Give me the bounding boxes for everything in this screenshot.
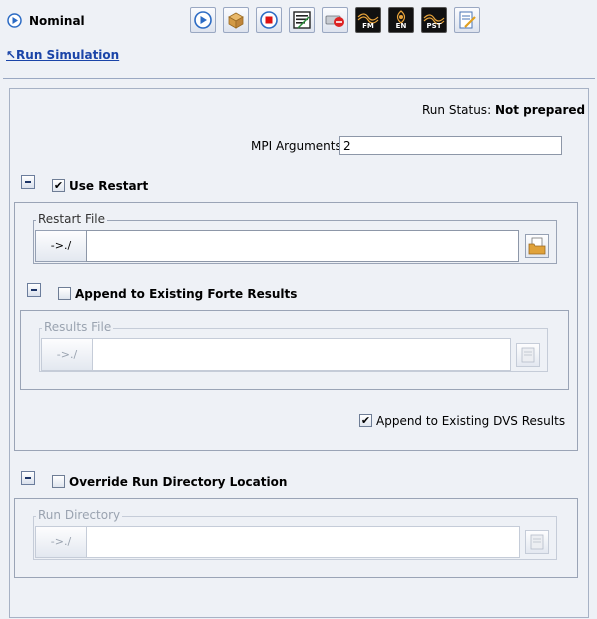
append-forte-label: Append to Existing Forte Results (75, 287, 298, 301)
run-status-value: Not prepared (494, 103, 586, 117)
play-circle-icon (7, 13, 22, 28)
file-icon (530, 534, 544, 550)
override-collapse-button[interactable] (21, 471, 35, 485)
run-simulation-link[interactable]: ↖Run Simulation (6, 48, 119, 62)
toolbar-pst-button[interactable]: PST (421, 7, 447, 33)
toolbar-stop-button[interactable] (256, 7, 282, 33)
append-forte-checkbox[interactable] (58, 287, 71, 300)
toolbar-en-button[interactable]: EN (388, 7, 414, 33)
restart-browse-button[interactable] (525, 234, 549, 258)
forte-collapse-button[interactable] (27, 283, 41, 297)
use-restart-label: Use Restart (69, 179, 149, 193)
restart-file-path-input[interactable] (86, 230, 519, 262)
run-directory-legend: Run Directory (36, 508, 123, 522)
run-directory-path-input (86, 526, 520, 558)
run-status: Run Status: Not prepared (422, 103, 585, 117)
package-icon (228, 12, 244, 29)
play-icon (194, 11, 212, 29)
append-dvs-label: Append to Existing DVS Results (376, 414, 566, 428)
stop-icon (260, 11, 278, 29)
toolbar-fm-button[interactable]: FM (355, 7, 381, 33)
restart-collapse-button[interactable] (21, 175, 35, 189)
run-status-label: Run Status: (422, 103, 492, 117)
report-icon (293, 11, 311, 29)
results-dir-button: ->./ (41, 338, 93, 371)
toolbar-package-button[interactable] (223, 7, 249, 33)
results-file-legend: Results File (42, 320, 114, 334)
toolbar-report-button[interactable] (289, 7, 315, 33)
folder-icon (528, 237, 546, 255)
restart-file-legend: Restart File (36, 212, 108, 226)
run-dir-browse-button (525, 530, 549, 554)
override-run-dir-label: Override Run Directory Location (69, 475, 288, 489)
toolbar-delete-drive-button[interactable] (322, 7, 348, 33)
page-title: Nominal (29, 14, 85, 28)
fm-label: FM (362, 22, 374, 30)
delete-drive-icon (325, 15, 344, 27)
edit-icon (459, 11, 476, 29)
mpi-arguments-input[interactable]: 2 (339, 136, 562, 155)
append-dvs-checkbox[interactable]: ✔ (359, 414, 372, 427)
en-label: EN (395, 22, 407, 30)
file-icon (521, 347, 535, 363)
restart-dir-button[interactable]: ->./ (35, 230, 87, 262)
run-dir-button: ->./ (35, 526, 87, 558)
toolbar-edit-button[interactable] (454, 7, 480, 33)
use-restart-checkbox[interactable]: ✔ (52, 179, 65, 192)
toolbar-play-button[interactable] (190, 7, 216, 33)
mpi-arguments-label: MPI Arguments (251, 139, 342, 153)
pst-label: PST (426, 22, 442, 30)
override-run-dir-checkbox[interactable] (52, 475, 65, 488)
results-browse-button (516, 343, 540, 367)
results-file-path-input (92, 338, 511, 371)
